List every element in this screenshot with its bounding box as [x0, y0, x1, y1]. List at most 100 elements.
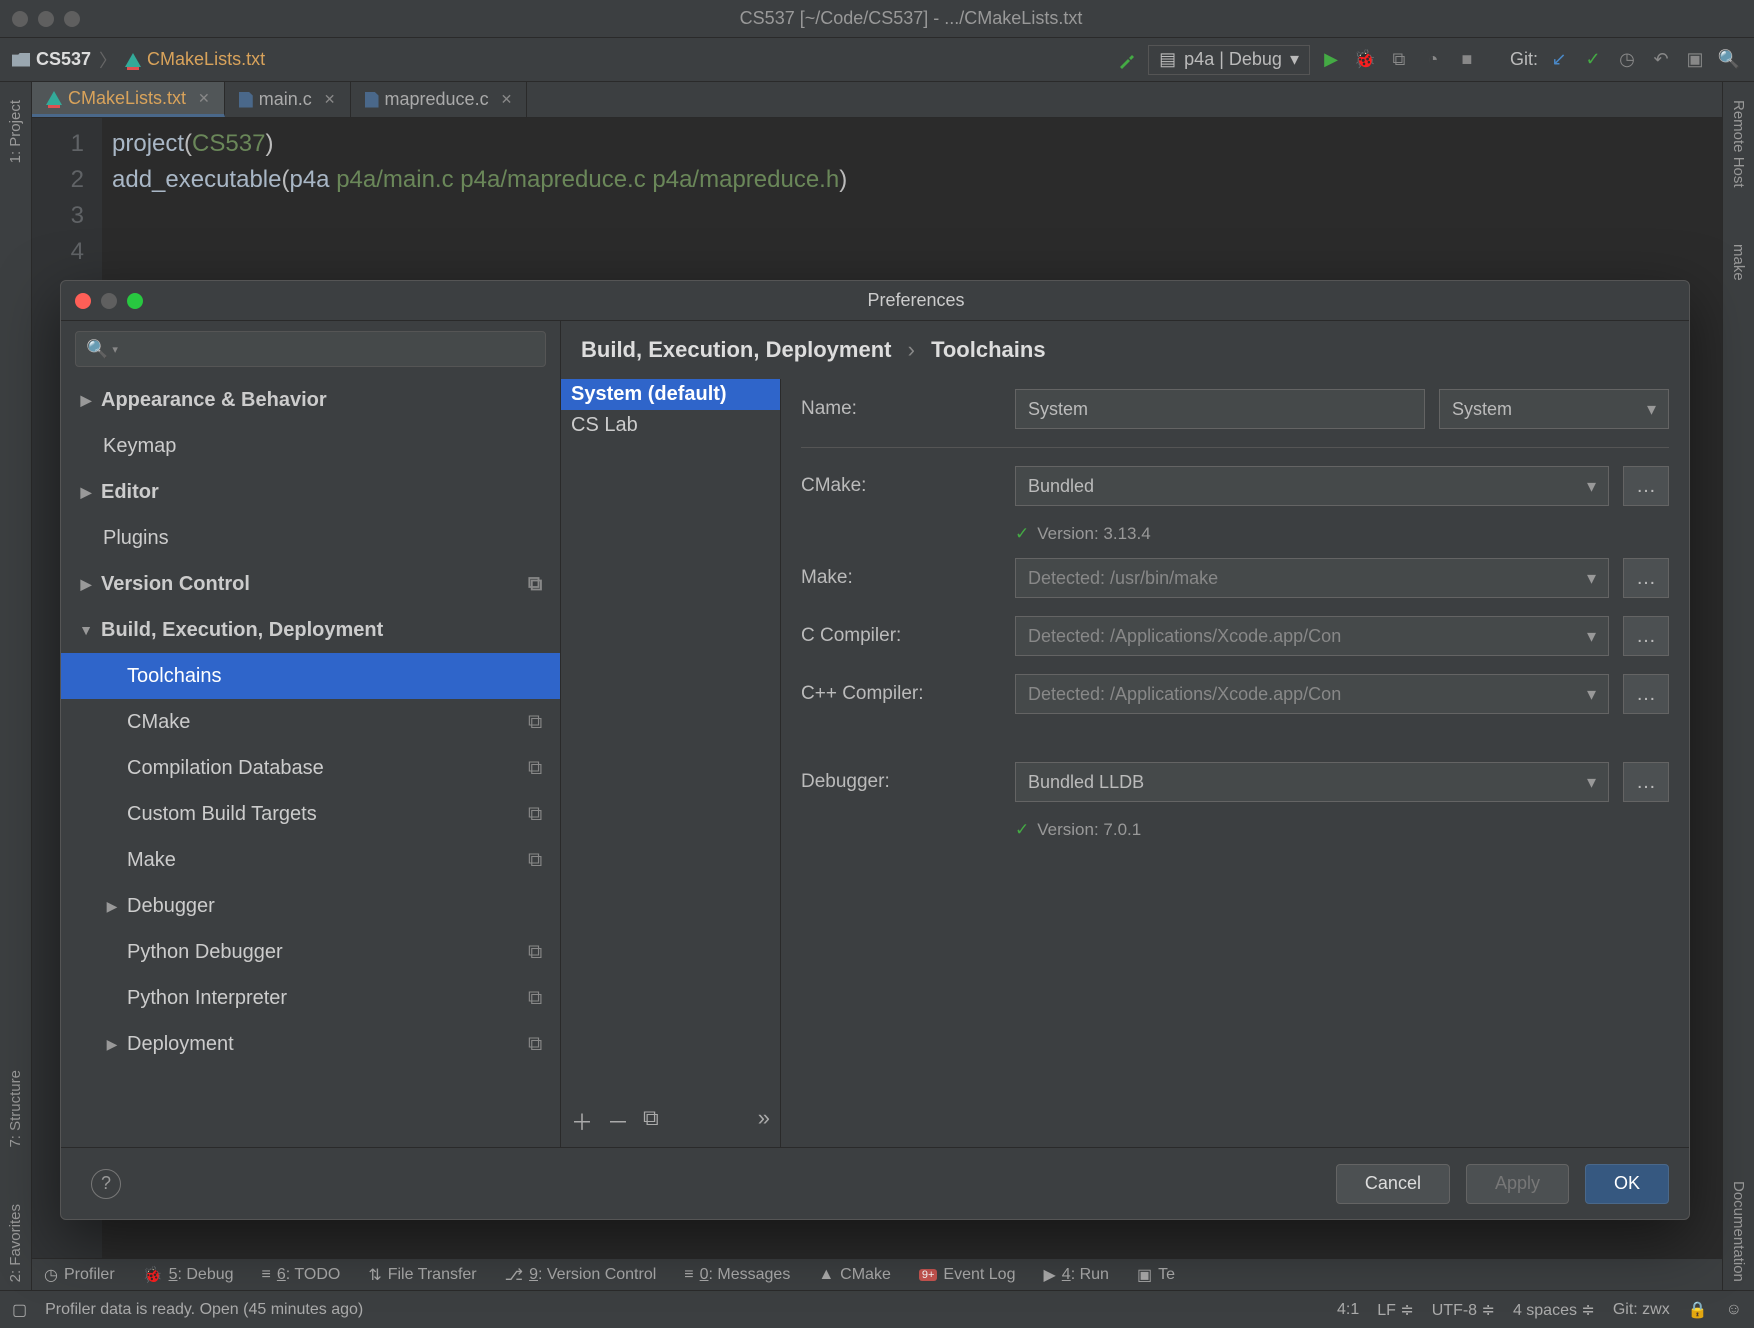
tab-main-c[interactable]: main.c ✕ [225, 82, 351, 117]
terminal-tool[interactable]: ▣Te [1137, 1265, 1175, 1285]
project-tool-tab[interactable]: 1: Project [5, 92, 26, 171]
cmake-tool[interactable]: ▲CMake [818, 1266, 891, 1284]
tree-plugins[interactable]: Plugins [61, 515, 560, 561]
file-transfer-tool[interactable]: ⇅File Transfer [368, 1265, 476, 1285]
apply-button[interactable]: Apply [1466, 1164, 1569, 1204]
debug-bug-icon[interactable]: 🐞 [1352, 47, 1378, 73]
browse-button[interactable]: … [1623, 616, 1669, 656]
tree-debugger[interactable]: ▶Debugger [61, 883, 560, 929]
breadcrumb-project[interactable]: CS537 [12, 49, 91, 70]
tree-pydbg[interactable]: Python Debugger⧉ [61, 929, 560, 975]
browse-button[interactable]: … [1623, 558, 1669, 598]
chevron-down-icon: ▾ [1587, 684, 1596, 705]
vcs-tool[interactable]: ⎇9: Version Control [505, 1265, 657, 1285]
cxx-select[interactable]: Detected: /Applications/Xcode.app/Con▾ [1015, 674, 1609, 714]
coverage-icon[interactable]: ◔ [1420, 47, 1446, 73]
branch-icon: ⎇ [505, 1265, 523, 1285]
breadcrumb-file[interactable]: CMakeLists.txt [125, 49, 265, 70]
line-number: 4 [32, 234, 84, 270]
make-select[interactable]: Detected: /usr/bin/make▾ [1015, 558, 1609, 598]
close-window-icon[interactable] [12, 11, 28, 27]
git-history-icon[interactable]: ◷ [1614, 47, 1640, 73]
tree-editor[interactable]: ▶Editor [61, 469, 560, 515]
copy-icon[interactable]: ⧉ [643, 1105, 659, 1137]
dbg-select[interactable]: Bundled LLDB▾ [1015, 762, 1609, 802]
git-update-icon[interactable]: ↙ [1546, 47, 1572, 73]
minimize-window-icon[interactable] [38, 11, 54, 27]
zoom-window-icon[interactable] [64, 11, 80, 27]
lock-icon[interactable]: 🔒 [1688, 1300, 1708, 1320]
add-icon[interactable]: ＋ [571, 1105, 593, 1137]
tree-toolchains[interactable]: Toolchains [61, 653, 560, 699]
tree-vcs[interactable]: ▶Version Control⧉ [61, 561, 560, 607]
toolchain-item-cslab[interactable]: CS Lab [561, 410, 780, 441]
cmake-select[interactable]: Bundled▾ [1015, 466, 1609, 506]
expand-icon[interactable]: » [758, 1105, 770, 1137]
tree-compdb[interactable]: Compilation Database⧉ [61, 745, 560, 791]
run-tool[interactable]: ▶4: Run [1043, 1265, 1108, 1285]
tab-mapreduce-c[interactable]: mapreduce.c ✕ [351, 82, 528, 117]
event-log-tool[interactable]: 9+Event Log [919, 1266, 1016, 1284]
tree-bed[interactable]: ▼Build, Execution, Deployment [61, 607, 560, 653]
close-tab-icon[interactable]: ✕ [501, 91, 513, 108]
status-message[interactable]: Profiler data is ready. Open (45 minutes… [45, 1301, 363, 1319]
cursor-position[interactable]: 4:1 [1337, 1301, 1359, 1319]
tool-toggle-icon[interactable]: ▢ [12, 1300, 27, 1320]
messages-tool[interactable]: ≡0: Messages [684, 1266, 790, 1284]
documentation-tab[interactable]: Documentation [1728, 1173, 1749, 1290]
run-icon[interactable]: ▶ [1318, 47, 1344, 73]
tree-make[interactable]: Make⧉ [61, 837, 560, 883]
crumb-parent[interactable]: Build, Execution, Deployment [581, 337, 891, 362]
dialog-zoom-icon[interactable] [127, 293, 143, 309]
line-ending[interactable]: LF ≑ [1377, 1300, 1414, 1320]
tree-cmake[interactable]: CMake⧉ [61, 699, 560, 745]
debug-tool[interactable]: 🐞5: Debug [143, 1265, 234, 1285]
profile-icon[interactable]: ⧉ [1386, 47, 1412, 73]
dialog-footer: ? Cancel Apply OK [61, 1147, 1689, 1219]
list-icon: ≡ [262, 1266, 271, 1284]
make-tab[interactable]: make [1728, 236, 1749, 289]
file-encoding[interactable]: UTF-8 ≑ [1432, 1300, 1495, 1320]
toolchain-type-select[interactable]: System▾ [1439, 389, 1669, 429]
search-everywhere-icon[interactable]: 🔍 [1716, 47, 1742, 73]
cancel-button[interactable]: Cancel [1336, 1164, 1450, 1204]
git-branch[interactable]: Git: zwx [1613, 1301, 1670, 1319]
remote-host-tab[interactable]: Remote Host [1728, 92, 1749, 196]
hammer-build-icon[interactable] [1114, 47, 1140, 73]
browse-button[interactable]: … [1623, 466, 1669, 506]
tree-cbt[interactable]: Custom Build Targets⧉ [61, 791, 560, 837]
tree-pyint[interactable]: Python Interpreter⧉ [61, 975, 560, 1021]
run-config-selector[interactable]: ▤ p4a | Debug ▾ [1148, 45, 1310, 75]
dialog-close-icon[interactable] [75, 293, 91, 309]
hector-icon[interactable]: ☺ [1726, 1301, 1742, 1319]
tab-cmakelists[interactable]: CMakeLists.txt ✕ [32, 82, 225, 117]
tree-appearance[interactable]: ▶Appearance & Behavior [61, 377, 560, 423]
indent-setting[interactable]: 4 spaces ≑ [1513, 1300, 1595, 1320]
cc-select[interactable]: Detected: /Applications/Xcode.app/Con▾ [1015, 616, 1609, 656]
settings-tree: ▶Appearance & Behavior Keymap ▶Editor Pl… [61, 377, 560, 1147]
toolchain-item-system[interactable]: System (default) [561, 379, 780, 410]
git-commit-icon[interactable]: ✓ [1580, 47, 1606, 73]
close-tab-icon[interactable]: ✕ [198, 90, 210, 107]
settings-search-input[interactable]: 🔍 ▾ [75, 331, 546, 367]
todo-tool[interactable]: ≡6: TODO [262, 1266, 341, 1284]
browse-button[interactable]: … [1623, 762, 1669, 802]
remove-icon[interactable]: － [607, 1105, 629, 1137]
config-box-icon: ▤ [1159, 49, 1176, 70]
ok-button[interactable]: OK [1585, 1164, 1669, 1204]
profiler-tool[interactable]: ◷Profiler [44, 1265, 115, 1285]
close-tab-icon[interactable]: ✕ [324, 91, 336, 108]
disclosure-down-icon: ▼ [77, 622, 95, 638]
tree-keymap[interactable]: Keymap [61, 423, 560, 469]
name-field[interactable] [1015, 389, 1425, 429]
stop-icon[interactable]: ■ [1454, 47, 1480, 73]
bug-icon: 🐞 [143, 1265, 163, 1285]
project-scope-icon: ⧉ [528, 803, 548, 826]
help-button[interactable]: ? [91, 1169, 121, 1199]
git-revert-icon[interactable]: ↶ [1648, 47, 1674, 73]
favorites-tool-tab[interactable]: 2: Favorites [5, 1196, 26, 1290]
ide-layout-icon[interactable]: ▣ [1682, 47, 1708, 73]
browse-button[interactable]: … [1623, 674, 1669, 714]
structure-tool-tab[interactable]: 7: Structure [5, 1062, 26, 1156]
tree-deploy[interactable]: ▶Deployment⧉ [61, 1021, 560, 1067]
